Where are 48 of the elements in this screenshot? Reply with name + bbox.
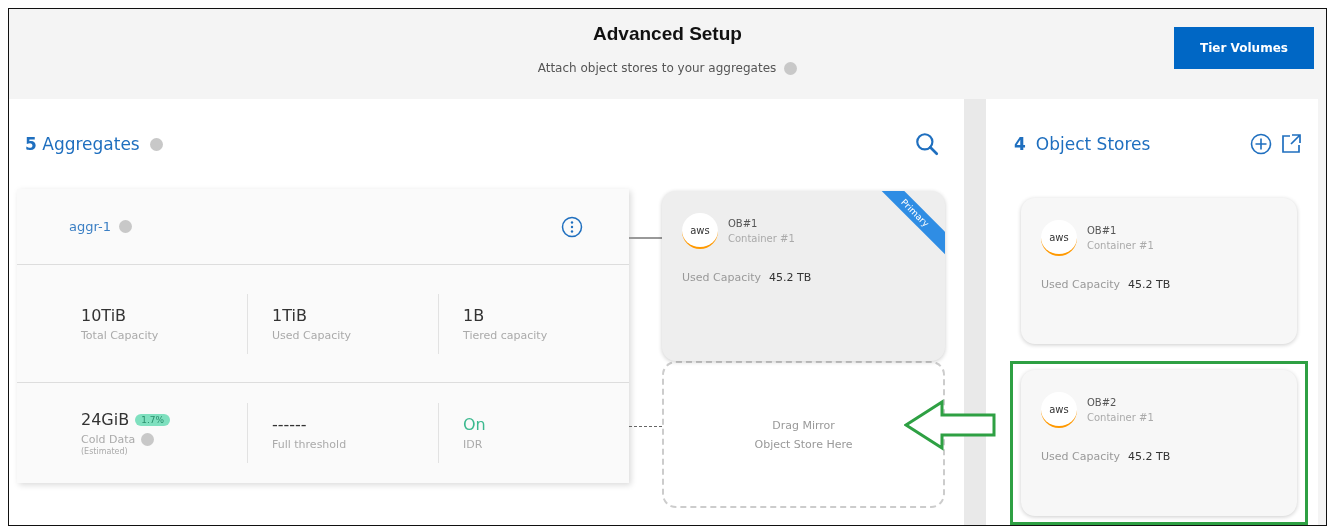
info-icon[interactable] <box>141 433 155 446</box>
aws-logo: aws <box>1041 392 1077 428</box>
metric-value: On <box>463 415 486 434</box>
capacity-value: 45.2 TB <box>769 271 812 284</box>
store-name: OB#2 <box>1087 397 1118 408</box>
aggregate-name[interactable]: aggr-1 <box>69 219 111 234</box>
scroll-bar[interactable] <box>964 99 986 525</box>
container-name: Container #1 <box>1087 412 1154 423</box>
container-name: Container #1 <box>1087 240 1154 251</box>
estimated-note: (Estimated) <box>81 447 129 456</box>
object-store-card[interactable]: aws OB#1 Container #1 Used Capacity 45.2 TB <box>1021 198 1297 344</box>
store-name: OB#1 <box>1087 225 1118 236</box>
info-icon[interactable] <box>149 137 163 151</box>
drop-zone-text: Object Store Here <box>754 437 853 451</box>
info-icon[interactable] <box>784 61 798 75</box>
metric-label: Full threshold <box>272 438 347 451</box>
tier-volumes-button[interactable]: Tier Volumes <box>1174 27 1314 69</box>
metric-value: 1B <box>463 305 486 325</box>
aws-logo: aws <box>682 213 718 249</box>
panel-title: 5 Aggregates <box>25 134 140 154</box>
metric-label: IDR <box>463 438 483 451</box>
drop-zone-text: Drag Mirror <box>772 418 835 432</box>
page-title: Advanced Setup <box>593 23 742 45</box>
capacity-label: Used Capacity <box>1041 278 1121 291</box>
metric-label: Used Capacity <box>272 328 353 342</box>
panel-title: 4 Object Stores <box>1014 134 1151 154</box>
metric-label: Total Capacity <box>81 328 160 342</box>
more-options-icon[interactable] <box>561 215 583 238</box>
capacity-value: 45.2 TB <box>1128 450 1171 463</box>
capacity-value: 45.2 TB <box>1128 278 1171 291</box>
page-subtitle: Attach object stores to your aggregates <box>537 61 777 75</box>
metric-label: Cold Data <box>81 433 136 446</box>
object-store-card[interactable]: aws OB#2 Container #1 Used Capacity 45.2 TB <box>1021 370 1297 516</box>
metric-value: 10TiB <box>81 305 128 325</box>
metric-label: Tiered capacity <box>463 328 549 342</box>
add-icon[interactable] <box>1250 133 1272 155</box>
capacity-label: Used Capacity <box>1041 450 1121 463</box>
container-name: Container #1 <box>728 233 795 244</box>
metric-value: ------ <box>272 415 307 434</box>
metric-value: 24GiB <box>81 410 130 429</box>
store-name: OB#1 <box>728 218 759 229</box>
aws-logo: aws <box>1041 220 1077 256</box>
percent-badge: 1.7% <box>135 413 171 426</box>
search-icon[interactable] <box>914 131 940 157</box>
metric-value: 1TiB <box>272 305 308 325</box>
capacity-label: Used Capacity <box>682 271 762 284</box>
external-link-icon[interactable] <box>1280 133 1302 155</box>
info-icon[interactable] <box>118 220 132 233</box>
